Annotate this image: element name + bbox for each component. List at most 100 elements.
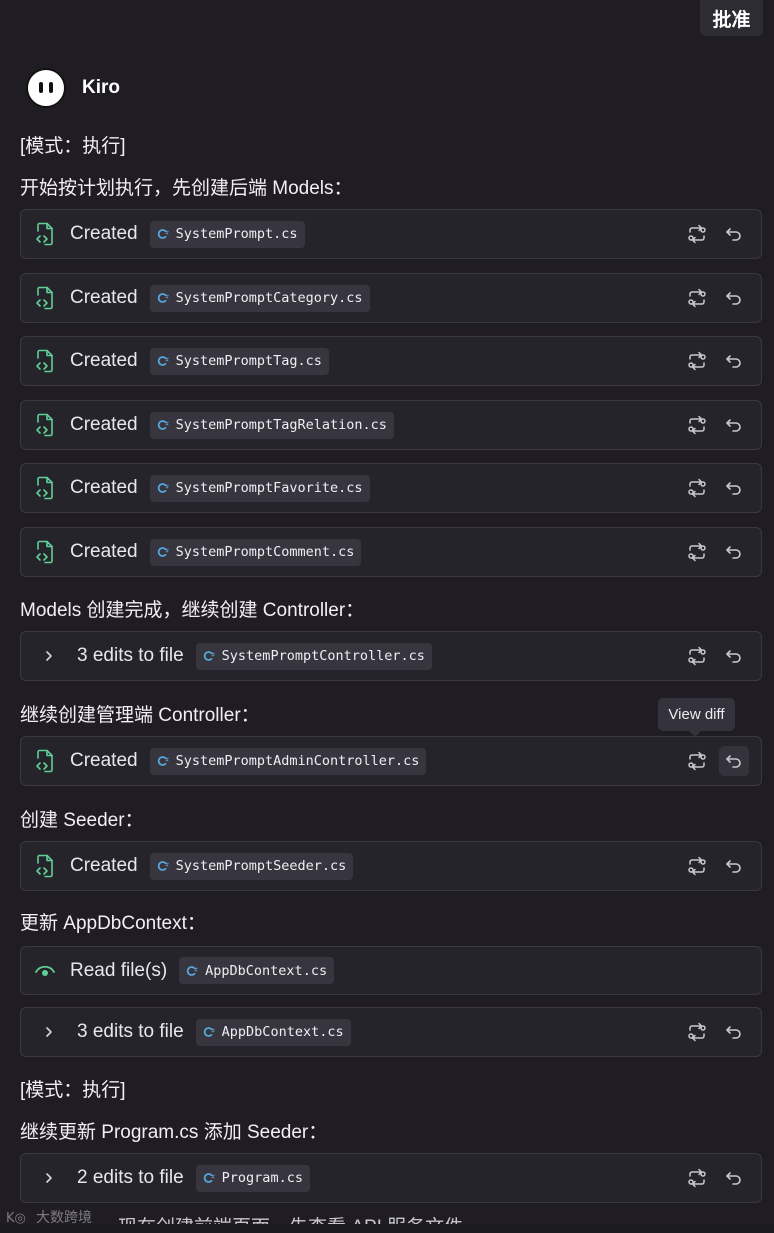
card-actions [675, 401, 749, 449]
view-diff-button[interactable] [682, 537, 712, 567]
kiro-avatar [26, 68, 66, 108]
view-diff-button[interactable] [682, 641, 712, 671]
card-actions [675, 274, 749, 322]
change-status: Created [70, 223, 138, 244]
file-chip[interactable]: # AppDbContext.cs [195, 1018, 351, 1046]
file-chip[interactable]: # SystemPromptController.cs [195, 642, 432, 670]
view-diff-button[interactable] [682, 473, 712, 503]
undo-button[interactable] [719, 283, 749, 313]
undo-button[interactable] [719, 410, 749, 440]
file-name: AppDbContext.cs [221, 1024, 344, 1040]
file-name: SystemPromptCategory.cs [175, 290, 363, 306]
svg-text:#: # [165, 758, 169, 764]
file-change-card: Created # SystemPrompt.cs [20, 209, 762, 259]
file-chip[interactable]: # Program.cs [195, 1164, 310, 1192]
mode-label: [模式：执行] [20, 136, 126, 157]
change-status: 3 edits to file [77, 645, 184, 666]
file-change-card: Created # SystemPromptComment.cs [20, 527, 762, 577]
svg-text:#: # [165, 422, 169, 428]
file-change-card[interactable]: 3 edits to file # AppDbContext.cs [20, 1007, 762, 1057]
card-actions [675, 1008, 749, 1056]
file-chip[interactable]: # SystemPromptAdminController.cs [149, 747, 427, 775]
undo-button[interactable] [719, 1163, 749, 1193]
file-change-card[interactable]: 2 edits to file # Program.cs [20, 1153, 762, 1203]
undo-button[interactable] [719, 219, 749, 249]
change-status: Read file(s) [70, 959, 168, 981]
models-done-message: Models 创建完成，继续创建 Controller： [20, 600, 365, 621]
file-name: Program.cs [221, 1170, 303, 1186]
card-actions [675, 337, 749, 385]
view-diff-button[interactable] [682, 410, 712, 440]
chevron-right-icon[interactable] [41, 1025, 57, 1039]
agent-name: Kiro [82, 77, 120, 98]
csharp-file-icon: # [157, 292, 169, 304]
chevron-right-icon[interactable] [41, 649, 57, 663]
partial-message: 现在创建前端页面，先查看 API 服务文件 [118, 1212, 463, 1224]
file-change-card[interactable]: 3 edits to file # SystemPromptController… [20, 631, 762, 681]
change-status: Created [70, 350, 138, 371]
view-diff-button[interactable] [682, 851, 712, 881]
file-chip[interactable]: # SystemPromptTagRelation.cs [149, 411, 394, 439]
change-status: Created [70, 414, 138, 435]
file-code-icon [33, 412, 57, 438]
file-change-card: Created # SystemPromptSeeder.cs [20, 841, 762, 891]
admin-controller-message: 继续创建管理端 Controller： [20, 705, 260, 726]
watermark-logo-icon: K◎ [6, 1211, 26, 1226]
file-chip[interactable]: # SystemPromptSeeder.cs [149, 852, 354, 880]
undo-button[interactable] [719, 537, 749, 567]
file-chip[interactable]: # AppDbContext.cs [179, 957, 335, 984]
change-status: Created [70, 541, 138, 562]
view-diff-button[interactable] [682, 219, 712, 249]
csharp-file-icon: # [186, 965, 198, 977]
csharp-file-icon: # [157, 546, 169, 558]
file-chip[interactable]: # SystemPromptTag.cs [149, 347, 329, 375]
file-code-icon [33, 348, 57, 374]
file-code-icon [33, 748, 57, 774]
csharp-file-icon: # [157, 860, 169, 872]
view-diff-tooltip: View diff [658, 698, 735, 737]
undo-button[interactable] [719, 1017, 749, 1047]
change-status: Created [70, 855, 138, 876]
card-actions [675, 210, 749, 258]
svg-text:#: # [165, 358, 169, 364]
chevron-right-icon[interactable] [41, 1171, 57, 1185]
file-chip[interactable]: # SystemPromptComment.cs [149, 538, 362, 566]
undo-button[interactable] [719, 473, 749, 503]
file-change-card: Created # SystemPromptAdminController.cs [20, 736, 762, 786]
view-diff-button[interactable] [682, 283, 712, 313]
undo-button[interactable] [719, 641, 749, 671]
view-diff-button[interactable] [682, 1163, 712, 1193]
file-name: AppDbContext.cs [205, 962, 328, 979]
agent-header: Kiro [26, 68, 120, 108]
file-change-card: Created # SystemPromptFavorite.cs [20, 463, 762, 513]
card-actions [675, 1154, 749, 1202]
view-diff-button[interactable] [682, 746, 712, 776]
svg-text:#: # [165, 549, 169, 555]
eye-icon [33, 958, 57, 984]
csharp-file-icon: # [157, 419, 169, 431]
svg-text:#: # [211, 1175, 215, 1181]
undo-button[interactable] [719, 346, 749, 376]
file-name: SystemPromptController.cs [221, 648, 425, 664]
mode-label: [模式：执行] [20, 1080, 126, 1101]
csharp-file-icon: # [157, 482, 169, 494]
change-status: 2 edits to file [77, 1167, 184, 1188]
change-status: 3 edits to file [77, 1021, 184, 1042]
file-change-card: Read file(s) # AppDbContext.cs [20, 946, 762, 995]
watermark-text: 大数跨境 [36, 1209, 92, 1225]
file-name: SystemPromptTagRelation.cs [175, 417, 387, 433]
file-code-icon [33, 285, 57, 311]
undo-button[interactable] [719, 746, 749, 776]
file-chip[interactable]: # SystemPromptCategory.cs [149, 284, 370, 312]
approve-button[interactable]: 批准 [700, 0, 763, 36]
svg-text:#: # [165, 863, 169, 869]
seeder-message: 创建 Seeder： [20, 810, 144, 831]
file-chip[interactable]: # SystemPromptFavorite.cs [149, 474, 370, 502]
view-diff-button[interactable] [682, 1017, 712, 1047]
program-message: 继续更新 Program.cs 添加 Seeder： [20, 1122, 328, 1143]
file-chip[interactable]: # SystemPrompt.cs [149, 220, 305, 248]
svg-text:#: # [165, 231, 169, 237]
undo-button[interactable] [719, 851, 749, 881]
view-diff-button[interactable] [682, 346, 712, 376]
svg-text:K◎: K◎ [6, 1211, 26, 1226]
